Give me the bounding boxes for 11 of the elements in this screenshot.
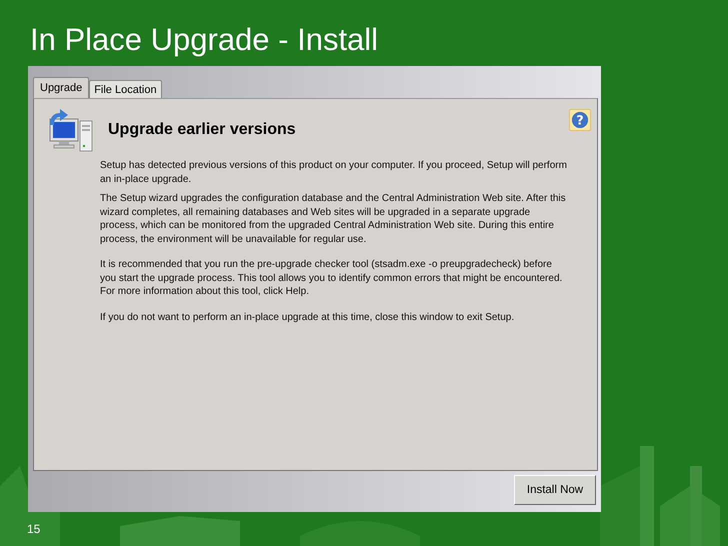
- slide-title: In Place Upgrade - Install: [30, 21, 380, 59]
- tab[interactable]: Upgrade: [33, 77, 90, 98]
- dialog-heading: Upgrade earlier versions: [108, 121, 297, 139]
- tab[interactable]: File Location: [89, 80, 162, 98]
- paragraph: The Setup wizard upgrades the configuration database and the Central Administration Web site. After this wizard completes, all remaining databases and Web sites will be upgraded in a separate upgrade process, which can be monitored from the upgraded Central Administration Web site. During this entire process, the environment will be unavailable for regular use.: [100, 192, 567, 246]
- help-icon[interactable]: ?: [569, 109, 591, 131]
- install-button[interactable]: Install Now: [514, 475, 596, 505]
- paragraph: It is recommended that you run the pre-upgrade checker tool (stsadm.exe -o preupgradecheck) before you start the upgrade process. This tool allows you to identify common errors that might be encountered. For more information about this tool, click Help.: [100, 258, 564, 298]
- paragraph: If you do not want to perform an in-place upgrade at this time, close this window to exit Setup.: [100, 310, 516, 324]
- page-number: 15: [27, 522, 42, 536]
- paragraph: Setup has detected previous versions of this product on your computer. If you proceed, Setup will perform an in-place upgrade.: [100, 159, 567, 186]
